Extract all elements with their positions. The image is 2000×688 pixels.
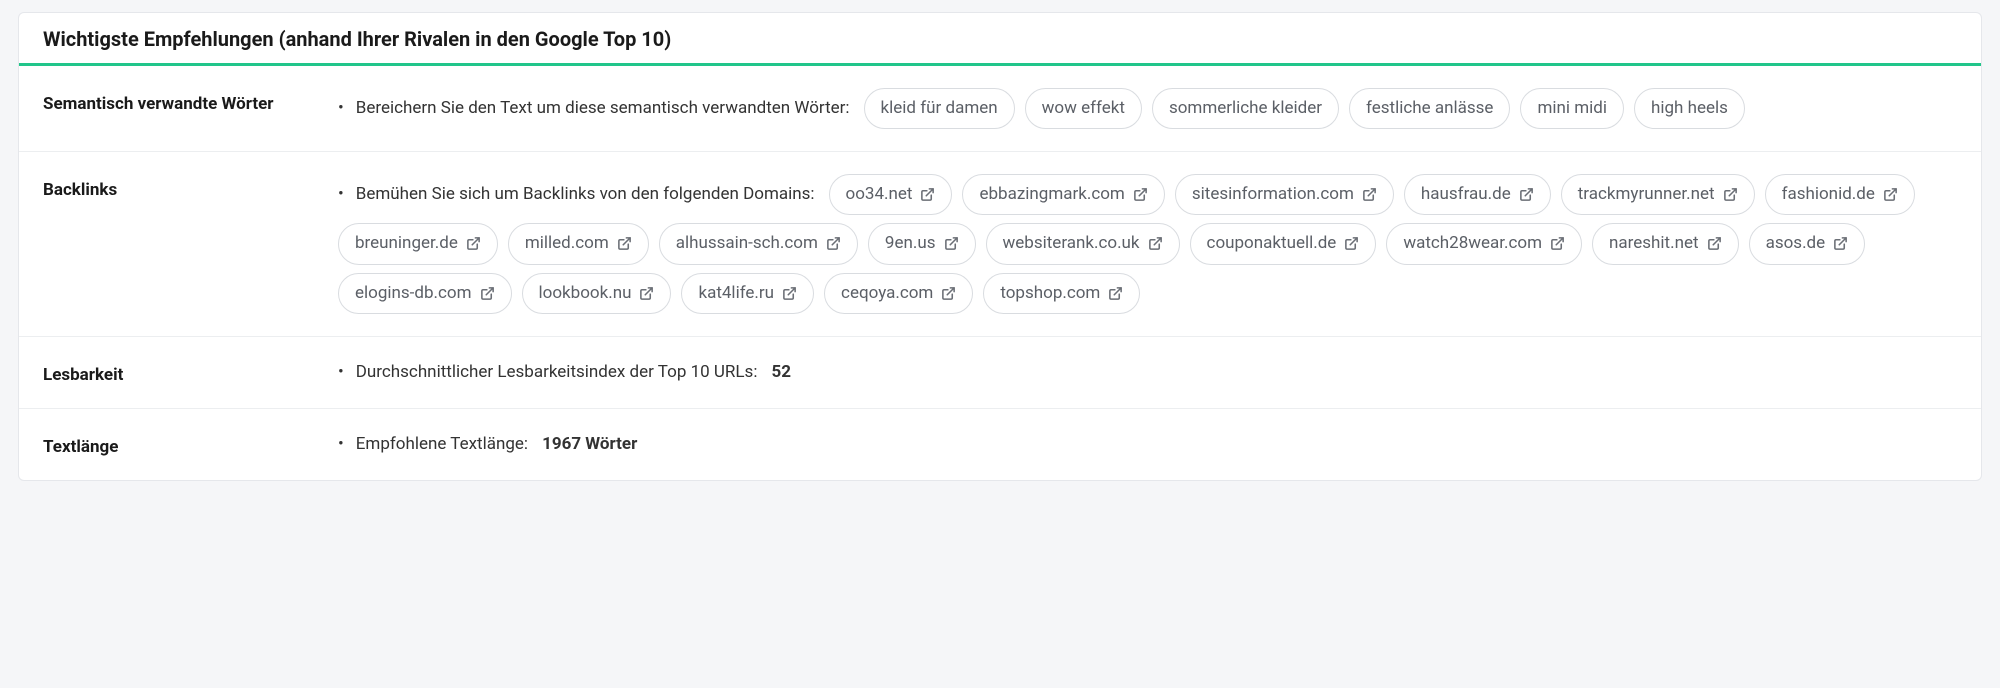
external-link-icon [639,286,654,301]
backlink-domain-label: ebbazingmark.com [979,181,1124,208]
backlink-domain-label: sitesinformation.com [1192,181,1354,208]
external-link-icon [941,286,956,301]
backlink-domain[interactable]: breuninger.de [338,223,498,264]
backlink-domain-label: breuninger.de [355,230,458,257]
external-link-icon [782,286,797,301]
backlink-domain[interactable]: alhussain-sch.com [659,223,858,264]
readability-intro: Durchschnittlicher Lesbarkeitsindex der … [356,359,758,386]
external-link-icon [1108,286,1123,301]
semantic-tag[interactable]: high heels [1634,88,1745,129]
backlinks-list-item: • Bemühen Sie sich um Backlinks von den … [338,174,1957,314]
backlink-domain-label: oo34.net [846,181,913,208]
backlinks-intro: Bemühen Sie sich um Backlinks von den fo… [356,181,815,208]
backlink-domain-label: couponaktuell.de [1207,230,1337,257]
backlink-domain-label: trackmyrunner.net [1578,181,1715,208]
backlink-domain-label: watch28wear.com [1403,230,1542,257]
external-link-icon [1550,236,1565,251]
bullet: • [338,95,344,122]
backlink-domain[interactable]: sitesinformation.com [1175,174,1394,215]
backlink-domain-label: 9en.us [885,230,936,257]
bullet: • [338,431,344,458]
backlink-domain[interactable]: ebbazingmark.com [962,174,1164,215]
backlink-domain[interactable]: hausfrau.de [1404,174,1551,215]
textlength-value: 1967 Wörter [542,431,637,458]
semantic-tag[interactable]: festliche anlässe [1349,88,1510,129]
bullet: • [338,181,344,208]
backlink-domain[interactable]: topshop.com [983,273,1140,314]
backlink-domain-label: lookbook.nu [539,280,632,307]
backlink-domain-label: websiterank.co.uk [1003,230,1140,257]
textlength-intro: Empfohlene Textlänge: [356,431,528,458]
external-link-icon [1723,187,1738,202]
external-link-icon [1883,187,1898,202]
backlink-domain-label: topshop.com [1000,280,1100,307]
recommendations-card: Wichtigste Empfehlungen (anhand Ihrer Ri… [18,12,1982,481]
backlink-domain-label: alhussain-sch.com [676,230,818,257]
semantic-tag[interactable]: sommerliche kleider [1152,88,1339,129]
backlink-domain-label: milled.com [525,230,609,257]
backlink-domain[interactable]: lookbook.nu [522,273,672,314]
row-semantic: Semantisch verwandte Wörter • Bereichern… [19,66,1981,152]
backlink-domain[interactable]: watch28wear.com [1386,223,1582,264]
readability-list-item: • Durchschnittlicher Lesbarkeitsindex de… [338,359,1957,386]
backlink-domain[interactable]: elogins-db.com [338,273,512,314]
external-link-icon [1707,236,1722,251]
backlink-domain-label: asos.de [1766,230,1826,257]
card-header: Wichtigste Empfehlungen (anhand Ihrer Ri… [19,13,1981,66]
backlink-domain-label: kat4life.ru [698,280,774,307]
backlink-domain[interactable]: oo34.net [829,174,953,215]
row-label-semantic: Semantisch verwandte Wörter [43,88,338,114]
external-link-icon [1344,236,1359,251]
row-content-textlength: • Empfohlene Textlänge: 1967 Wörter [338,431,1957,458]
readability-value: 52 [771,359,791,386]
backlink-domain-label: fashionid.de [1782,181,1875,208]
row-content-readability: • Durchschnittlicher Lesbarkeitsindex de… [338,359,1957,386]
backlink-domain[interactable]: kat4life.ru [681,273,814,314]
row-label-backlinks: Backlinks [43,174,338,200]
external-link-icon [1833,236,1848,251]
backlink-domain[interactable]: ceqoya.com [824,273,973,314]
textlength-list-item: • Empfohlene Textlänge: 1967 Wörter [338,431,1957,458]
backlink-domain-label: elogins-db.com [355,280,472,307]
card-title: Wichtigste Empfehlungen (anhand Ihrer Ri… [43,27,1957,51]
backlink-domain[interactable]: trackmyrunner.net [1561,174,1755,215]
external-link-icon [617,236,632,251]
backlink-domain[interactable]: websiterank.co.uk [986,223,1180,264]
row-label-readability: Lesbarkeit [43,359,338,385]
external-link-icon [1133,187,1148,202]
semantic-tag[interactable]: mini midi [1520,88,1624,129]
row-label-textlength: Textlänge [43,431,338,457]
row-backlinks: Backlinks • Bemühen Sie sich um Backlink… [19,152,1981,337]
row-content-semantic: • Bereichern Sie den Text um diese seman… [338,88,1957,129]
backlink-domain-label: ceqoya.com [841,280,933,307]
external-link-icon [826,236,841,251]
backlink-domain[interactable]: asos.de [1749,223,1866,264]
semantic-tag[interactable]: kleid für damen [864,88,1015,129]
external-link-icon [944,236,959,251]
external-link-icon [1519,187,1534,202]
external-link-icon [466,236,481,251]
backlink-domain-label: nareshit.net [1609,230,1699,257]
backlink-domain[interactable]: 9en.us [868,223,976,264]
backlink-domain[interactable]: milled.com [508,223,649,264]
row-textlength: Textlänge • Empfohlene Textlänge: 1967 W… [19,409,1981,480]
row-content-backlinks: • Bemühen Sie sich um Backlinks von den … [338,174,1957,314]
semantic-list-item: • Bereichern Sie den Text um diese seman… [338,88,1957,129]
bullet: • [338,359,344,386]
external-link-icon [920,187,935,202]
external-link-icon [480,286,495,301]
backlink-domain[interactable]: couponaktuell.de [1190,223,1377,264]
external-link-icon [1148,236,1163,251]
backlink-domain[interactable]: nareshit.net [1592,223,1739,264]
external-link-icon [1362,187,1377,202]
backlink-domain[interactable]: fashionid.de [1765,174,1915,215]
semantic-intro: Bereichern Sie den Text um diese semanti… [356,95,850,122]
row-readability: Lesbarkeit • Durchschnittlicher Lesbarke… [19,337,1981,409]
backlink-domain-label: hausfrau.de [1421,181,1511,208]
semantic-tag[interactable]: wow effekt [1025,88,1142,129]
